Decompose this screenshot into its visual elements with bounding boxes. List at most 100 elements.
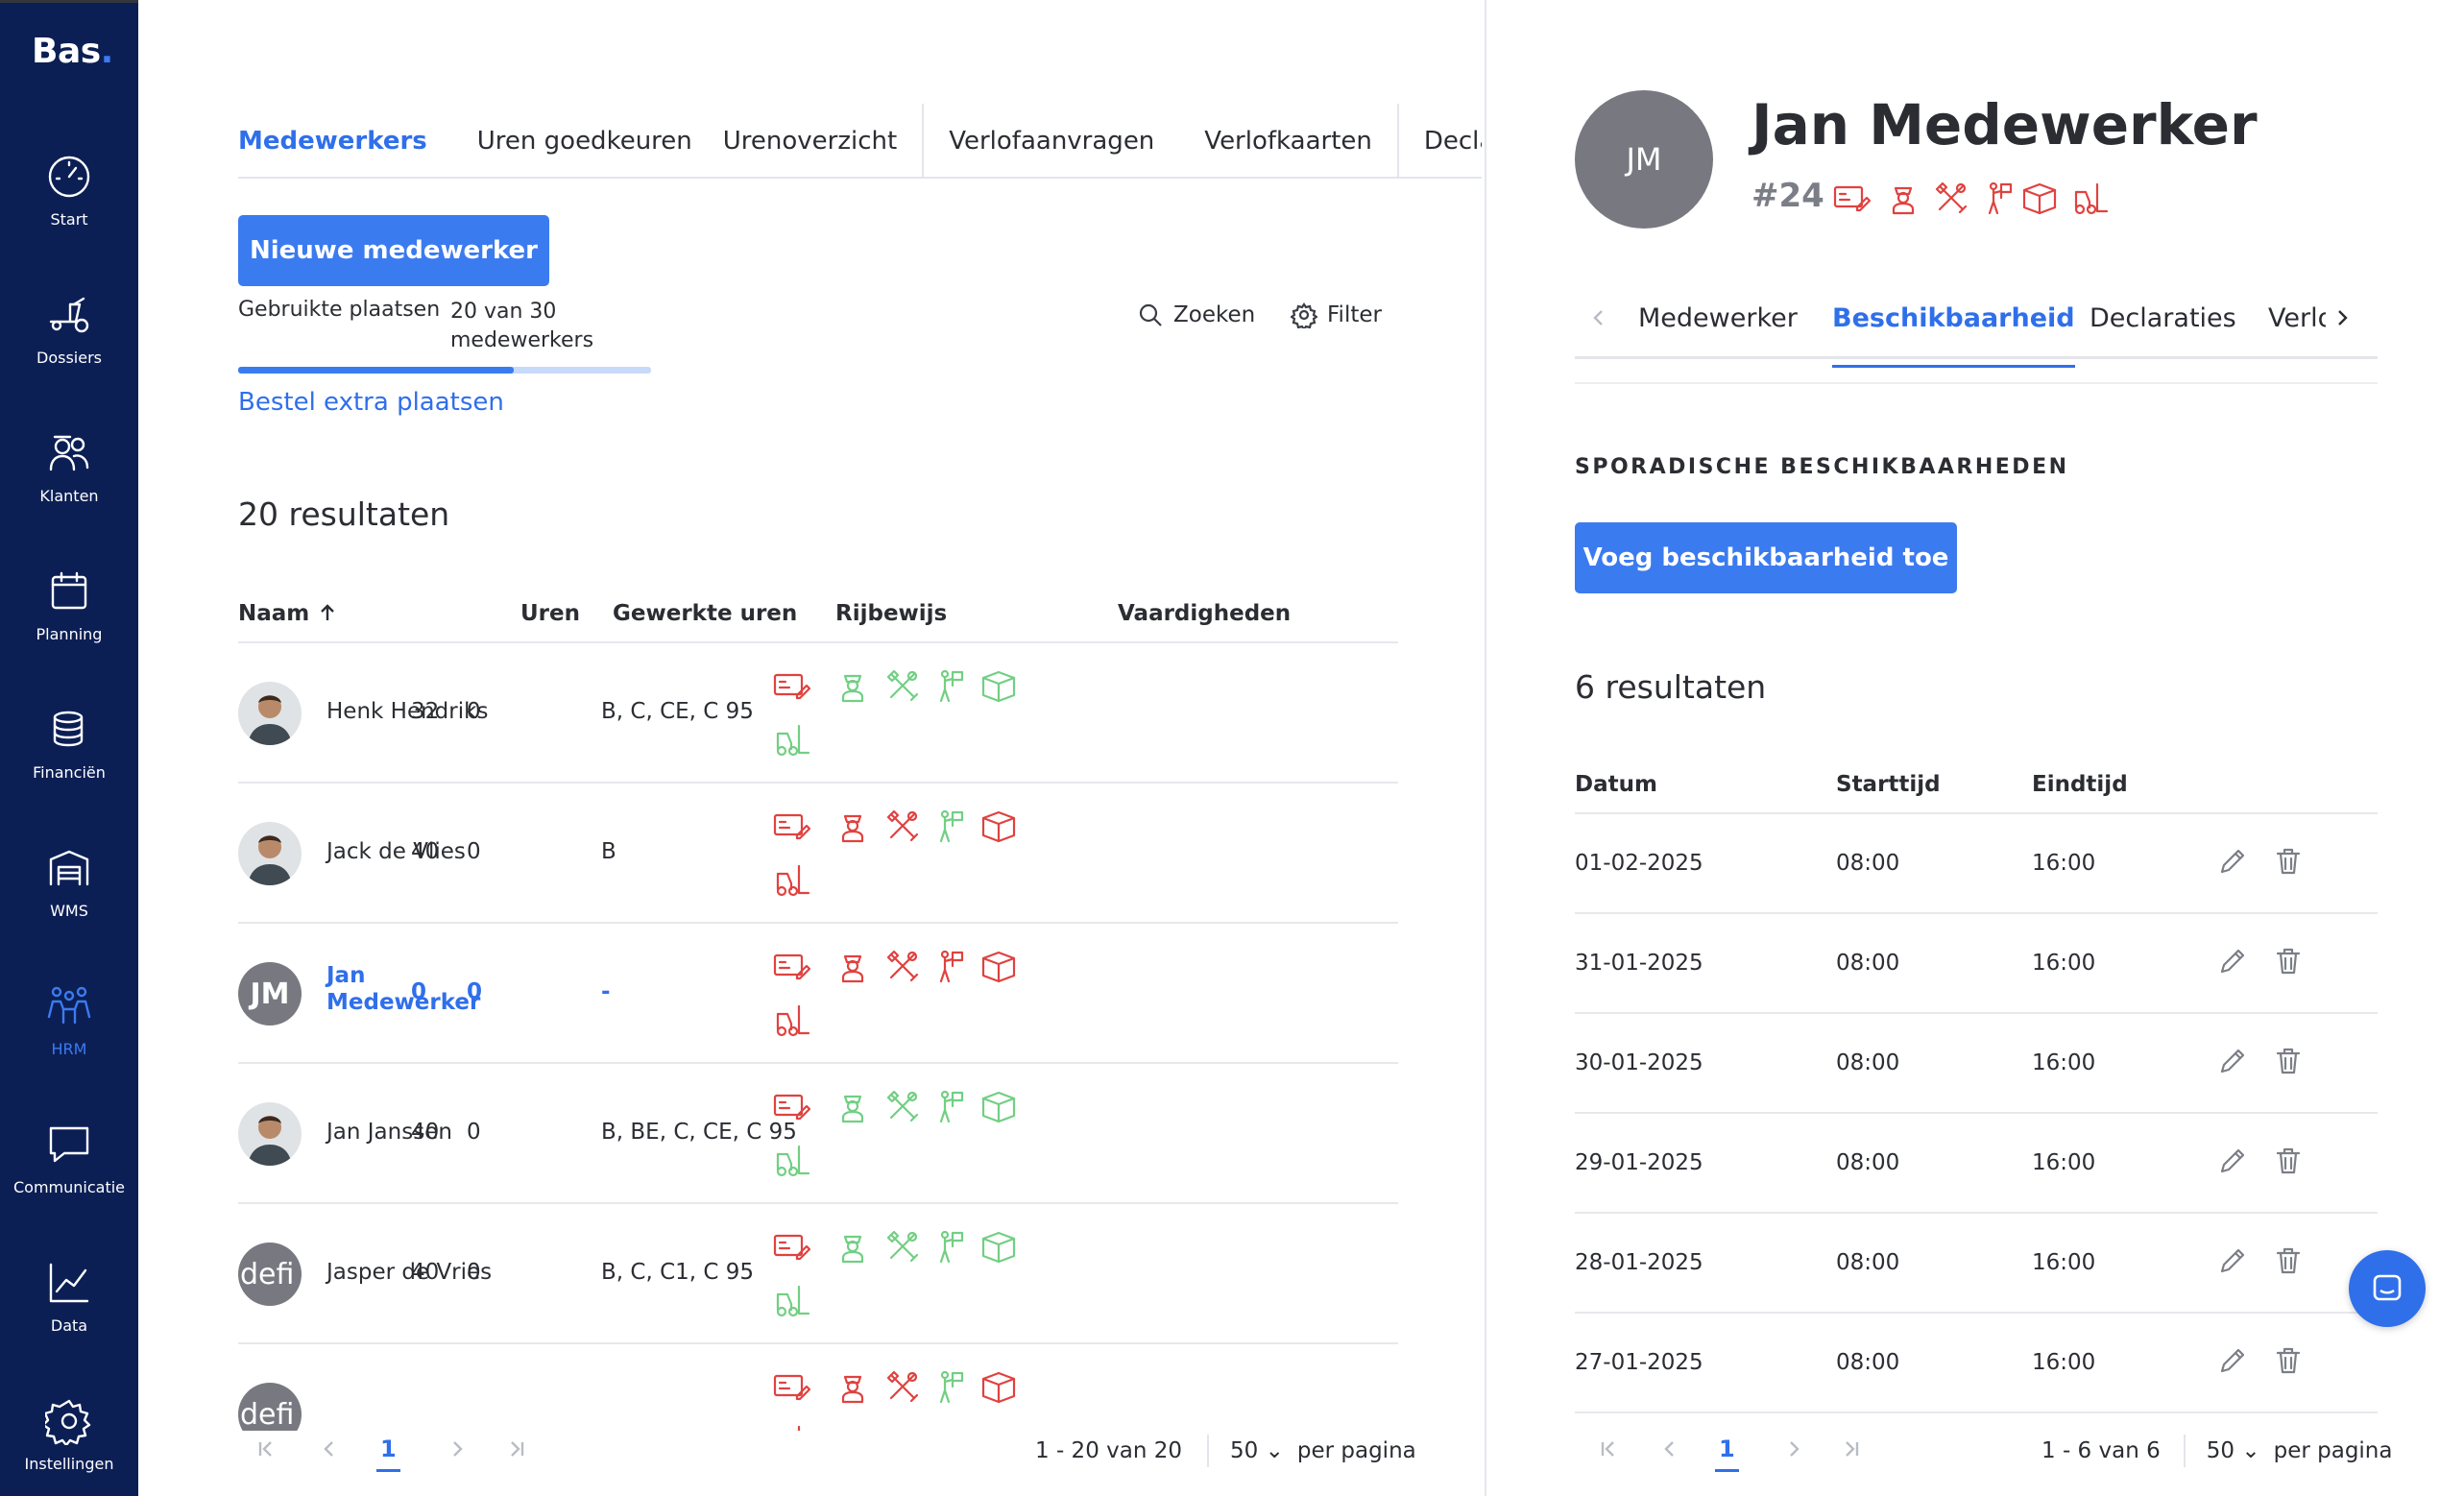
availability-end: 16:00 (2032, 1050, 2096, 1075)
table-row: 29-01-2025 08:00 16:00 (1575, 1114, 2378, 1214)
employee-worked-hours: 0 (467, 839, 481, 864)
availability-start: 08:00 (1836, 1350, 1900, 1375)
avatar (238, 1102, 302, 1166)
sidebar-item-dossiers[interactable]: Dossiers (0, 291, 138, 406)
search-button[interactable]: Zoeken (1137, 302, 1255, 328)
calendar-icon (51, 571, 87, 610)
trash-icon[interactable] (2272, 945, 2307, 979)
tab-urenoverzicht[interactable]: Urenoverzicht (717, 104, 922, 177)
tab-beschikbaarheid[interactable]: Beschikbaarheid (1832, 303, 2075, 368)
sidebar-item-financien[interactable]: Financiën (0, 706, 138, 821)
detail-tabs: Medewerker Beschikbaarheid Declaraties V… (1575, 294, 2378, 368)
support-chat-button[interactable] (2349, 1250, 2426, 1327)
sidebar-item-instellingen[interactable]: Instellingen (0, 1397, 138, 1496)
pencil-icon[interactable] (2216, 1145, 2251, 1179)
availability-end: 16:00 (2032, 1150, 2096, 1175)
tab-medewerkers[interactable]: Medewerkers (238, 104, 452, 177)
pencil-icon[interactable] (2216, 945, 2251, 979)
column-license[interactable]: Rijbewijs (835, 601, 947, 626)
chevron-left-icon[interactable] (1586, 305, 1615, 334)
current-page[interactable]: 1 (1715, 1436, 1739, 1472)
current-page[interactable]: 1 (376, 1436, 400, 1472)
new-employee-button[interactable]: Nieuwe medewerker (238, 215, 549, 286)
tab-verlof[interactable]: Verlo (2268, 303, 2326, 333)
last-page-icon[interactable] (1837, 1435, 1866, 1463)
chevron-right-icon[interactable] (2330, 305, 2358, 334)
availability-date: 01-02-2025 (1575, 851, 1703, 876)
money-icon (772, 1087, 811, 1125)
employees-table: Naam Uren Gewerkte uren Rijbewijs Vaardi… (238, 593, 1398, 1431)
table-row[interactable]: Jan Janssen 40 0 B, BE, C, CE, C 95 (238, 1064, 1398, 1204)
column-name[interactable]: Naam (238, 601, 338, 626)
pencil-icon[interactable] (2216, 1244, 2251, 1279)
table-row[interactable]: JM Jan Medewerker 0 0 - (238, 924, 1398, 1064)
page-range: 1 - 20 van 20 (1035, 1438, 1182, 1463)
column-name-label: Naam (238, 601, 310, 626)
next-page-icon[interactable] (1779, 1435, 1808, 1463)
table-row[interactable]: defi Jasper de Vries 40 0 B, C, C1, C 95 (238, 1204, 1398, 1344)
availability-start: 08:00 (1836, 1150, 1900, 1175)
speedometer-icon (48, 156, 90, 198)
sidebar-item-label: Data (50, 1316, 88, 1335)
sort-ascending-icon[interactable] (317, 602, 338, 623)
next-page-icon[interactable] (443, 1435, 471, 1463)
employee-name: Jan Medewerker (1751, 92, 2258, 157)
tab-uren-goedkeuren[interactable]: Uren goedkeuren (452, 104, 717, 177)
first-page-icon[interactable] (252, 1435, 280, 1463)
results-count: 20 resultaten (238, 495, 450, 533)
previous-page-icon[interactable] (315, 1435, 344, 1463)
pencil-icon[interactable] (2216, 1344, 2251, 1379)
trash-icon[interactable] (2272, 1244, 2307, 1279)
sidebar-item-klanten[interactable]: Klanten (0, 429, 138, 544)
first-page-icon[interactable] (1594, 1435, 1623, 1463)
sidebar-item-label: WMS (50, 902, 88, 920)
person-photo-icon (238, 1102, 302, 1166)
money-icon (772, 666, 811, 705)
tab-verlofaanvragen[interactable]: Verlofaanvragen (922, 104, 1179, 177)
sidebar-item-label: Klanten (39, 487, 99, 505)
column-worked-hours[interactable]: Gewerkte uren (613, 601, 797, 626)
employee-name[interactable]: Jan Medewerker (326, 962, 490, 1016)
trash-icon[interactable] (2272, 1045, 2307, 1079)
sidebar-item-hrm[interactable]: HRM (0, 982, 138, 1098)
used-seats-progress-fill (238, 367, 514, 374)
table-row[interactable]: Jack de Vlies 40 0 B (238, 784, 1398, 924)
filter-button[interactable]: Filter (1291, 302, 1382, 328)
employee-name[interactable]: Henk Hendriks (326, 699, 488, 724)
logo[interactable]: Bas. (32, 32, 113, 71)
pencil-icon[interactable] (2216, 1045, 2251, 1079)
table-row[interactable]: Henk Hendriks 32 0 B, C, CE, C 95 (238, 643, 1398, 784)
tab-declaraties[interactable]: Declaraties (2090, 303, 2236, 333)
last-page-icon[interactable] (502, 1435, 531, 1463)
add-availability-button[interactable]: Voeg beschikbaarheid toe (1575, 522, 1957, 593)
trash-icon[interactable] (2272, 1344, 2307, 1379)
employee-license: B, C, CE, C 95 (601, 699, 754, 724)
availability-date: 30-01-2025 (1575, 1050, 1703, 1075)
pencil-icon[interactable] (2216, 845, 2251, 880)
tab-medewerker[interactable]: Medewerker (1638, 303, 1798, 333)
per-page-select[interactable]: 50 ⌄ (2207, 1438, 2260, 1463)
trash-icon[interactable] (2272, 1145, 2307, 1179)
money-icon (772, 947, 811, 985)
per-page-select[interactable]: 50 ⌄ (1230, 1438, 1284, 1463)
employee-name[interactable]: Jack de Vlies (326, 839, 466, 864)
sidebar-item-wms[interactable]: WMS (0, 844, 138, 959)
detail-pagination-info: 1 - 6 van 6 50 ⌄ per pagina (2041, 1435, 2392, 1467)
order-extra-seats-link[interactable]: Bestel extra plaatsen (238, 388, 504, 417)
tab-declaraties[interactable]: Declaraties (1396, 104, 1482, 177)
box-icon (979, 807, 1018, 845)
used-seats-progress (238, 367, 651, 374)
column-hours[interactable]: Uren (520, 601, 580, 626)
table-row[interactable]: defi (238, 1344, 1398, 1431)
sidebar-item-planning[interactable]: Planning (0, 567, 138, 683)
table-row: 30-01-2025 08:00 16:00 (1575, 1014, 2378, 1114)
sidebar-item-communicatie[interactable]: Communicatie (0, 1121, 138, 1236)
box-icon (2020, 179, 2059, 217)
logo-dot: . (100, 32, 114, 71)
sidebar-item-data[interactable]: Data (0, 1259, 138, 1374)
trash-icon[interactable] (2272, 845, 2307, 880)
sidebar-item-label: Communicatie (12, 1178, 126, 1196)
previous-page-icon[interactable] (1655, 1435, 1684, 1463)
tab-verlofkaarten[interactable]: Verlofkaarten (1179, 104, 1397, 177)
sidebar-item-start[interactable]: Start (0, 153, 138, 268)
